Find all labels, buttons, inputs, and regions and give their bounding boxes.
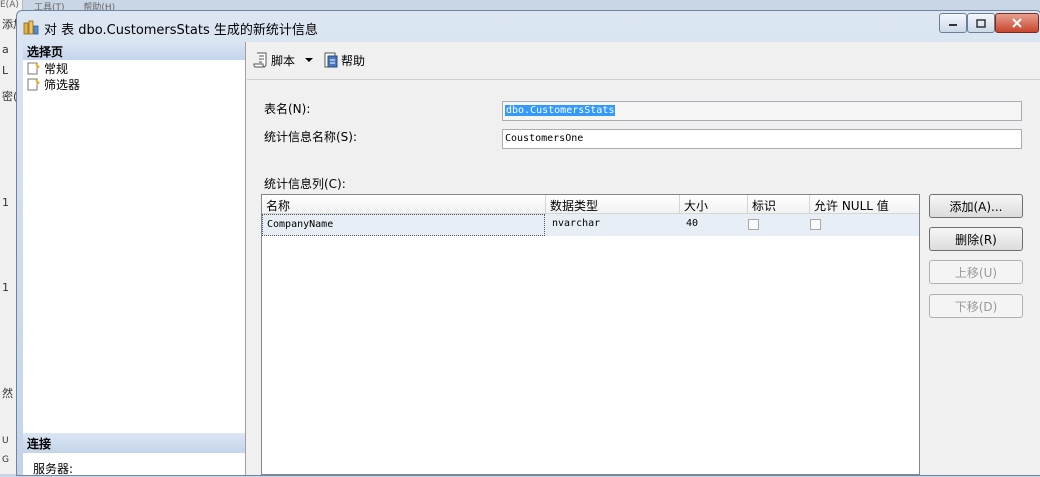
stats-columns-grid[interactable]: 名称 数据类型 大小 标识 允许 NULL 值 CompanyName nvar… bbox=[261, 194, 920, 475]
connection-header: 连接 bbox=[23, 433, 245, 453]
toolbar-divider bbox=[247, 79, 1040, 80]
stats-name-value: CoustomersOne bbox=[505, 133, 584, 144]
toolbar: 脚本 帮助 bbox=[253, 50, 371, 70]
page-icon bbox=[27, 78, 40, 91]
move-down-button[interactable]: 下移(D) bbox=[929, 294, 1023, 318]
remove-button[interactable]: 删除(R) bbox=[929, 227, 1023, 251]
stats-columns-label: 统计信息列(C): bbox=[264, 177, 346, 191]
identity-checkbox[interactable] bbox=[748, 219, 759, 230]
script-button[interactable]: 脚本 bbox=[253, 52, 295, 69]
page-item-label: 筛选器 bbox=[44, 77, 81, 92]
close-icon bbox=[1012, 18, 1022, 28]
grid-header: 名称 数据类型 大小 标识 允许 NULL 值 bbox=[262, 195, 919, 214]
page-icon bbox=[27, 62, 40, 75]
page-item-label: 常规 bbox=[44, 61, 69, 76]
table-row[interactable]: CompanyName nvarchar 40 bbox=[262, 214, 919, 236]
window-title: 对 表 dbo.CustomersStats 生成的新统计信息 bbox=[44, 23, 318, 38]
allow-null-checkbox[interactable] bbox=[810, 219, 821, 230]
table-name-field[interactable]: dbo.CustomersStats bbox=[502, 101, 1022, 121]
background-text: L bbox=[2, 64, 9, 77]
title-bar[interactable]: 对 表 dbo.CustomersStats 生成的新统计信息 bbox=[17, 11, 1040, 41]
background-text: G bbox=[2, 455, 9, 465]
background-text: a bbox=[2, 43, 9, 56]
background-text: U bbox=[2, 436, 9, 446]
table-name-value: dbo.CustomersStats bbox=[505, 105, 616, 116]
cell-type: nvarchar bbox=[552, 218, 601, 229]
column-header-identity[interactable]: 标识 bbox=[748, 195, 810, 213]
cell-name[interactable]: CompanyName bbox=[262, 214, 545, 236]
help-book-icon bbox=[324, 52, 338, 68]
maximize-button[interactable] bbox=[967, 13, 995, 33]
stats-name-label: 统计信息名称(S): bbox=[264, 130, 358, 144]
page-item-general[interactable]: 常规 bbox=[23, 60, 245, 76]
maximize-icon bbox=[976, 18, 986, 28]
minimize-icon bbox=[949, 24, 957, 26]
page-selector-pane: 选择页 常规 筛选器 连接 服务器: bbox=[23, 42, 246, 476]
add-button[interactable]: 添加(A)... bbox=[929, 194, 1023, 218]
minimize-button[interactable] bbox=[939, 13, 967, 33]
new-statistics-dialog: 对 表 dbo.CustomersStats 生成的新统计信息 选择页 常规 筛… bbox=[16, 10, 1040, 476]
background-menu-item: E(A) bbox=[0, 0, 19, 10]
stats-name-field[interactable]: CoustomersOne bbox=[502, 129, 1022, 149]
move-up-button[interactable]: 上移(U) bbox=[929, 260, 1023, 284]
server-label: 服务器: bbox=[33, 462, 74, 476]
help-label: 帮助 bbox=[341, 53, 366, 68]
table-name-label: 表名(N): bbox=[264, 102, 311, 116]
background-text: 然 bbox=[2, 387, 13, 400]
background-menu-rest: 工具(T) 帮助(H) bbox=[22, 0, 222, 13]
database-table-icon bbox=[23, 20, 39, 35]
background-text: 1 bbox=[2, 196, 9, 209]
script-label: 脚本 bbox=[271, 53, 296, 68]
script-dropdown-arrow[interactable] bbox=[305, 58, 314, 62]
dialog-client-area: 选择页 常规 筛选器 连接 服务器: 脚本 帮助 表名(N): dbo.Cust… bbox=[23, 42, 1040, 476]
page-item-filter[interactable]: 筛选器 bbox=[23, 76, 245, 92]
column-header-type[interactable]: 数据类型 bbox=[546, 195, 680, 213]
select-page-header: 选择页 bbox=[23, 42, 245, 60]
background-text: 1 bbox=[2, 281, 9, 294]
column-header-size[interactable]: 大小 bbox=[680, 195, 748, 213]
column-header-allow-null[interactable]: 允许 NULL 值 bbox=[810, 195, 919, 213]
help-button[interactable]: 帮助 bbox=[323, 52, 365, 69]
cell-size: 40 bbox=[686, 218, 699, 229]
script-icon bbox=[253, 52, 267, 68]
close-button[interactable] bbox=[995, 13, 1039, 33]
column-header-name[interactable]: 名称 bbox=[262, 195, 546, 213]
